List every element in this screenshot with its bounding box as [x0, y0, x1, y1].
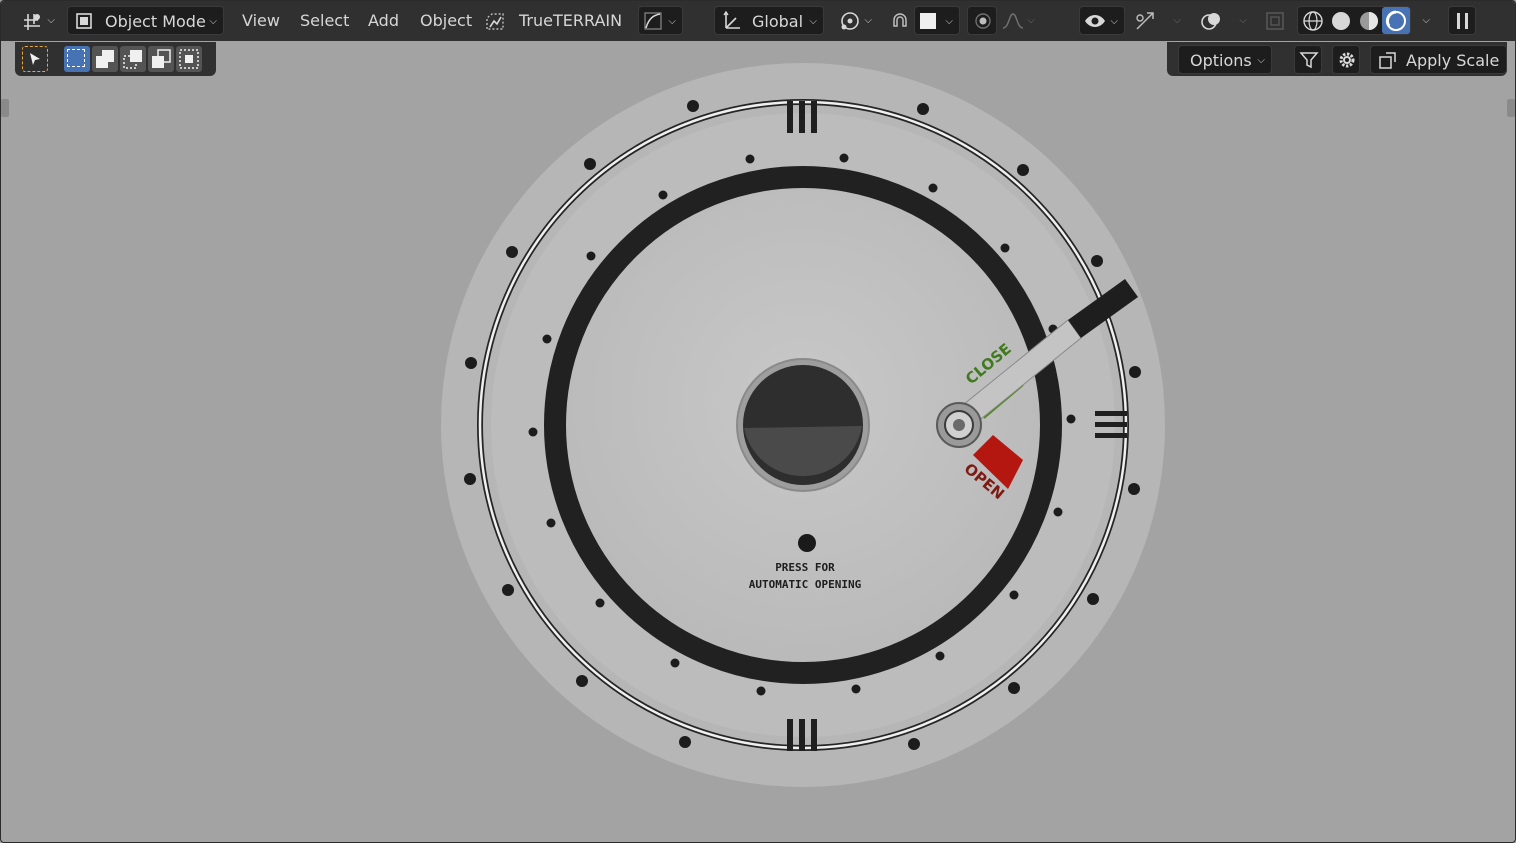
proportional-editing-toggle[interactable] [967, 6, 997, 35]
mode-label: Object Mode [105, 12, 206, 31]
chevron-down-icon: ⌵ [1422, 15, 1430, 26]
magnet-icon [893, 13, 907, 27]
select-invert-button[interactable] [148, 46, 174, 72]
falloff-dropdown[interactable]: ⌵ [999, 6, 1041, 35]
shading-options-dropdown[interactable]: ⌵ [1412, 6, 1436, 35]
eye-icon [1085, 15, 1105, 27]
viewport-header: ⌵ Object Mode ⌵ View Select Add Object T… [1, 1, 1515, 41]
xray-icon [1266, 12, 1284, 30]
sidebar-expand-tab[interactable] [1507, 99, 1515, 117]
visibility-dropdown[interactable]: ⌵ [1079, 6, 1125, 35]
select-mode-toolbar [15, 42, 216, 76]
pause-icon [1457, 13, 1468, 29]
rendered-shading-button[interactable] [1382, 7, 1410, 34]
toolbar-expand-tab[interactable] [1, 99, 9, 117]
apply-scale-icon [1379, 52, 1396, 69]
chevron-down-icon: ⌵ [1173, 15, 1181, 26]
chevron-down-icon: ⌵ [668, 16, 676, 27]
menu-add[interactable]: Add [368, 6, 399, 35]
trueterrain-menu[interactable]: TrueTERRAIN [482, 6, 632, 35]
orientation-axes-icon [723, 10, 740, 29]
select-invert-icon [152, 49, 171, 68]
object-mode-icon [76, 13, 92, 29]
curve-icon [644, 12, 662, 30]
orientation-label: Global [752, 12, 804, 31]
material-preview-shading-icon[interactable] [1357, 9, 1381, 33]
center-porthole [736, 358, 870, 492]
trueterrain-label: TrueTERRAIN [519, 11, 623, 30]
grid-axes-icon [24, 14, 40, 30]
options-dropdown[interactable]: Options ⌵ [1178, 45, 1272, 74]
wireframe-shading-icon[interactable] [1301, 9, 1325, 33]
rendered-shading-icon [1385, 10, 1406, 31]
chevron-down-icon: ⌵ [1027, 15, 1035, 26]
xray-toggle[interactable] [1261, 6, 1289, 35]
snap-increment-icon [920, 13, 936, 29]
menu-view[interactable]: View [242, 6, 280, 35]
options-label: Options [1190, 51, 1252, 70]
curve-dropdown[interactable]: ⌵ [638, 6, 683, 35]
chevron-down-icon: ⌵ [1110, 16, 1118, 27]
snap-toggle[interactable] [886, 6, 914, 35]
filter-button[interactable] [1294, 45, 1322, 74]
menu-object[interactable]: Object [420, 6, 472, 35]
chevron-down-icon: ⌵ [864, 15, 872, 26]
editor-type-button[interactable]: ⌵ [15, 6, 59, 35]
chevron-down-icon: ⌵ [1257, 55, 1265, 66]
pivot-point-dropdown[interactable]: ⌵ [834, 6, 878, 35]
transform-orientation-dropdown[interactable]: Global ⌵ [714, 6, 824, 35]
chevron-down-icon: ⌵ [209, 16, 217, 27]
automatic-opening-label: AUTOMATIC OPENING [749, 578, 862, 591]
select-intersect-icon [179, 49, 199, 69]
overlays-toggle[interactable] [1197, 6, 1227, 35]
mode-dropdown[interactable]: Object Mode ⌵ [67, 6, 224, 35]
gear-icon [1339, 52, 1355, 68]
select-extend-icon [96, 50, 114, 68]
select-subtract-icon [123, 50, 142, 69]
gizmo-toggle[interactable] [1131, 6, 1161, 35]
chevron-down-icon: ⌵ [47, 15, 55, 26]
select-new-button[interactable] [64, 46, 90, 72]
chevron-down-icon: ⌵ [1239, 15, 1247, 26]
solid-shading-icon[interactable] [1329, 9, 1353, 33]
filter-funnel-icon [1299, 52, 1319, 69]
select-tool-button[interactable] [22, 46, 48, 72]
shading-mode-group [1297, 6, 1411, 35]
select-intersect-button[interactable] [176, 46, 202, 72]
chevron-down-icon: ⌵ [945, 16, 953, 27]
select-extend-button[interactable] [92, 46, 118, 72]
gizmo-dropdown[interactable]: ⌵ [1163, 6, 1187, 35]
automatic-opening-button[interactable] [798, 534, 816, 552]
chevron-down-icon: ⌵ [809, 16, 817, 27]
3d-viewport[interactable]: ⌵ Object Mode ⌵ View Select Add Object T… [0, 0, 1516, 843]
overlays-dropdown[interactable]: ⌵ [1229, 6, 1253, 35]
terrain-addon-icon [486, 13, 504, 30]
apply-scale-button[interactable]: Apply Scale [1370, 45, 1507, 74]
falloff-curve-icon [1002, 13, 1024, 29]
gizmo-icon [1136, 12, 1154, 30]
select-new-icon [67, 49, 85, 67]
pivot-icon [841, 12, 859, 30]
select-subtract-button[interactable] [120, 46, 146, 72]
apply-scale-label: Apply Scale [1406, 51, 1500, 70]
settings-button[interactable] [1332, 45, 1360, 74]
hatch-dial-object[interactable]: PRESS FOR AUTOMATIC OPENING CLOSE OPEN [433, 55, 1173, 795]
menu-select[interactable]: Select [300, 6, 349, 35]
cursor-arrow-icon [30, 53, 40, 65]
snap-target-dropdown[interactable]: ⌵ [914, 6, 960, 35]
tool-settings-bar: Options ⌵ Apply Scale [1167, 42, 1507, 76]
press-for-label: PRESS FOR [775, 561, 835, 574]
pause-render-button[interactable] [1448, 6, 1476, 35]
proportional-edit-icon [975, 13, 991, 29]
overlay-icon [1201, 13, 1220, 30]
